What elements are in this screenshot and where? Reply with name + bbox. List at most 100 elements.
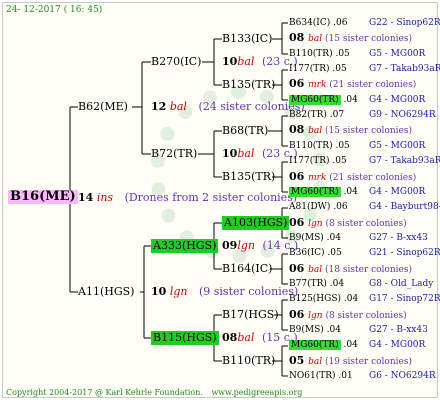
leaf-value: .01 [335,371,353,382]
colony-b68[interactable]: B68(TR) [222,124,268,138]
gen1-num: 14 [78,191,94,204]
leaf-drone-info: 06 lgn (8 sister colonies) [289,216,407,231]
leaf-colony[interactable]: B125(HGS) .04 G17 - Sinop72R [289,292,440,306]
gen3-info-3: 09lgn (14 c.) [222,239,298,253]
leaf-colony[interactable]: B110(TR) .05 G5 - MG00R [289,139,425,153]
gen3-ins-1: bal [237,55,255,68]
leaf-origin: G5 - MG00R [369,48,426,59]
gen1-ins: ins [96,191,114,204]
leaf-colony[interactable]: B634(IC) .06 G22 - Sinop62R [289,16,440,30]
leaf-colony-name[interactable]: B110(TR) [289,141,333,151]
leaf-colony[interactable]: B77(TR) .04 G8 - Old_Lady [289,277,433,291]
gen3-info-1: 10bal (23 c.) [222,55,298,69]
leaf-colony-name[interactable]: B36(IC) [289,248,325,258]
leaf-colony-name[interactable]: I177(TR) [289,156,330,166]
colony-b133[interactable]: B133(IC) [222,32,272,46]
leaf-origin: G27 - B-xx43 [369,232,428,243]
gen3-num-3: 09 [222,239,238,252]
leaf-num: 05 [289,353,309,367]
leaf-drone-info: 06 bal (18 sister colonies) [289,262,412,277]
leaf-colony-name[interactable]: A81(DW) [289,202,330,212]
copyright-text: Copyright 2004-2017 @ Karl Kehrle Founda… [6,388,203,397]
leaf-ins: lgn [308,310,323,321]
colony-b72[interactable]: B72(TR) [151,147,197,161]
leaf-origin: G7 - Takab93aR [369,64,440,75]
gen2-upper-ins: bal [169,100,187,113]
leaf-colony-name[interactable]: B77(TR) [289,279,327,289]
gen2-lower-info: 10 lgn (9 sister colonies) [151,285,298,299]
gen3-num-2: 10 [222,147,238,160]
leaf-note: (8 sister colonies) [322,310,407,321]
leaf-colony[interactable]: MG60(TR) .04 G4 - MG00R [289,185,425,199]
leaf-ins: lgn [308,218,323,229]
leaf-num: 06 [289,169,309,183]
colony-a103[interactable]: A103(HGS) [222,216,290,230]
leaf-colony-name[interactable]: B110(TR) [289,49,333,59]
leaf-drone-info: 05 bal (19 sister colonies) [289,354,412,369]
leaf-colony[interactable]: A81(DW) .06 G4 - Bayburt98-3 [289,200,440,214]
leaf-ins: bal [308,264,323,275]
leaf-colony[interactable]: MG60(TR) .04 G4 - MG00R [289,93,425,107]
leaf-ins: bal [308,126,323,137]
leaf-colony[interactable]: NO61(TR) .01 G6 - NO6294R [289,369,436,383]
leaf-colony[interactable]: B9(MS) .04 G27 - B-xx43 [289,231,428,245]
gen1-note: (Drones from 2 sister colonies) [124,191,298,204]
leaf-origin: G4 - MG00R [369,94,426,105]
leaf-ins: mrk [308,172,327,183]
leaf-value: .04 [340,186,358,197]
leaf-colony-name[interactable]: B9(MS) [289,233,324,243]
mother-colony[interactable]: A11(HGS) [78,285,134,299]
colony-a333[interactable]: A333(HGS) [151,239,219,253]
colony-b270[interactable]: B270(IC) [151,55,201,69]
leaf-num: 06 [289,261,309,275]
leaf-origin: G6 - NO6294R [369,371,436,382]
leaf-colony-name[interactable]: MG60(TR) [289,340,341,351]
leaf-colony[interactable]: B82(TR) .07 G9 - NO6294R [289,108,436,122]
leaf-colony[interactable]: B9(MS) .04 G27 - B-xx43 [289,323,428,337]
gen3-ins-2: bal [237,147,255,160]
leaf-colony[interactable]: I177(TR) .05 G7 - Takab93aR [289,154,440,168]
gen2-lower-note: (9 sister colonies) [198,285,299,298]
leaf-ins: bal [308,34,323,45]
leaf-colony[interactable]: MG60(TR) .04 G4 - MG00R [289,338,425,352]
leaf-colony[interactable]: B110(TR) .05 G5 - MG00R [289,47,425,61]
leaf-origin: G9 - NO6294R [369,110,436,121]
leaf-colony-name[interactable]: B82(TR) [289,110,327,120]
leaf-note: (19 sister colonies) [322,356,412,367]
leaf-value: .07 [326,110,345,121]
leaf-colony-name[interactable]: MG60(TR) [289,186,341,197]
leaf-value: .04 [341,294,359,305]
gen3-num-1: 10 [222,55,238,68]
colony-b164[interactable]: B164(IC) [222,262,272,276]
colony-b110[interactable]: B110(TR) [222,354,275,368]
leaf-colony[interactable]: I177(TR) .05 G7 - Takab93aR [289,62,440,76]
leaf-value: .04 [326,278,345,289]
leaf-value: .05 [329,64,347,75]
leaf-colony-name[interactable]: B125(HGS) [289,294,341,304]
leaf-origin: G22 - Sinop62R [369,18,440,28]
father-colony[interactable]: B62(ME) [78,100,128,114]
colony-b115[interactable]: B115(HGS) [151,331,219,345]
leaf-origin: G7 - Takab93aR [369,156,440,167]
colony-b135-upper[interactable]: B135(TR) [222,78,275,92]
leaf-colony-name[interactable]: I177(TR) [289,64,330,74]
leaf-colony-name[interactable]: MG60(TR) [289,94,341,105]
leaf-value: .04 [340,340,358,351]
leaf-colony[interactable]: B36(IC) .05 G21 - Sinop62R [289,246,440,260]
leaf-origin: G5 - MG00R [369,140,426,151]
colony-b135-lower[interactable]: B135(TR) [222,170,275,184]
gen3-ins-3: lgn [237,239,255,252]
colony-b17[interactable]: B17(HGS) [222,308,279,322]
gen2-lower-ins: lgn [169,285,188,298]
leaf-drone-info: 06 mrk (21 sister colonies) [289,170,416,185]
site-link[interactable]: www.pedigreeapis.org [211,388,302,397]
leaf-colony-name[interactable]: B9(MS) [289,325,324,335]
root-colony[interactable]: B16(ME) [8,190,78,204]
leaf-value: .05 [324,248,342,259]
leaf-colony-name[interactable]: B634(IC) [289,18,330,28]
leaf-num: 06 [289,215,309,229]
leaf-drone-info: 08 bal (15 sister colonies) [289,31,412,46]
leaf-note: (21 sister colonies) [326,172,417,183]
leaf-colony-name[interactable]: NO61(TR) [289,371,336,381]
gen3-ins-4: bal [237,331,255,344]
